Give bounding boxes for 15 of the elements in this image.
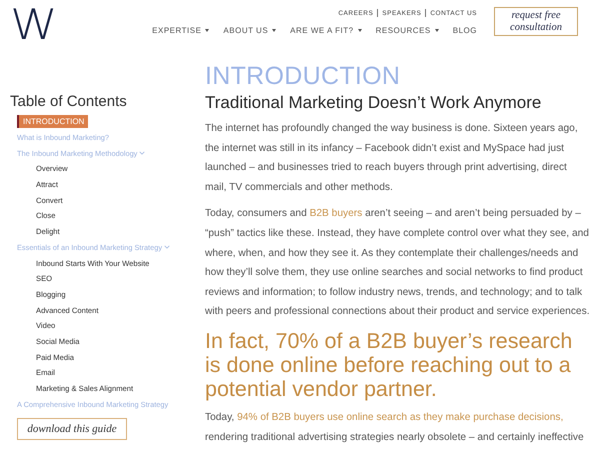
toc-title: Table of Contents [10, 93, 128, 110]
nav-link[interactable]: RESOURCES [376, 26, 439, 35]
logo[interactable]: W [10, 4, 54, 46]
nav-link[interactable]: ARE WE A FIT? [290, 26, 362, 35]
request-consultation-button[interactable]: request free consultation [494, 7, 578, 36]
paragraph: Today, 94% of B2B buyers use online search as they make purchase decisions, rendering traditional advertising strategies nearly obsolete – and certainly ineffective [205, 410, 585, 445]
section-title: INTRODUCTION [205, 61, 402, 91]
pull-quote: In fact, 70% of a B2B buyer’s research is done online before reaching out to a potential vendor partner. [205, 328, 574, 401]
nav-link[interactable]: ABOUT US [223, 26, 276, 35]
nav-link[interactable]: EXPERTISE [152, 26, 210, 35]
nav-link[interactable]: BLOG [452, 26, 477, 35]
paragraph: The internet has profoundly changed the way business is done. Sixteen years ago, the internet was still in its infancy – Facebook didn’t exist and MySpace had just launched – and businesses tried to reach buyers through print advertising, direct mail, TV commercials and other methods. [205, 122, 579, 195]
article-heading: Traditional Marketing Doesn’t Work Anymore [205, 92, 542, 114]
paragraph: Today, consumers and B2B buyers aren’t seeing – and aren’t being persuaded by – “push” tactics like these. Instead, they have complete control over what they see, and where, when, and how they see it. As they contemplate their challenges/needs and how they’ll solve them, they use online searches and social networks to find product reviews and information; to follow industry news, trends, and technology; and to talk with peers and professional connections about their product and service experiences. [205, 207, 590, 320]
download-guide-button[interactable]: download this guide [17, 418, 127, 440]
